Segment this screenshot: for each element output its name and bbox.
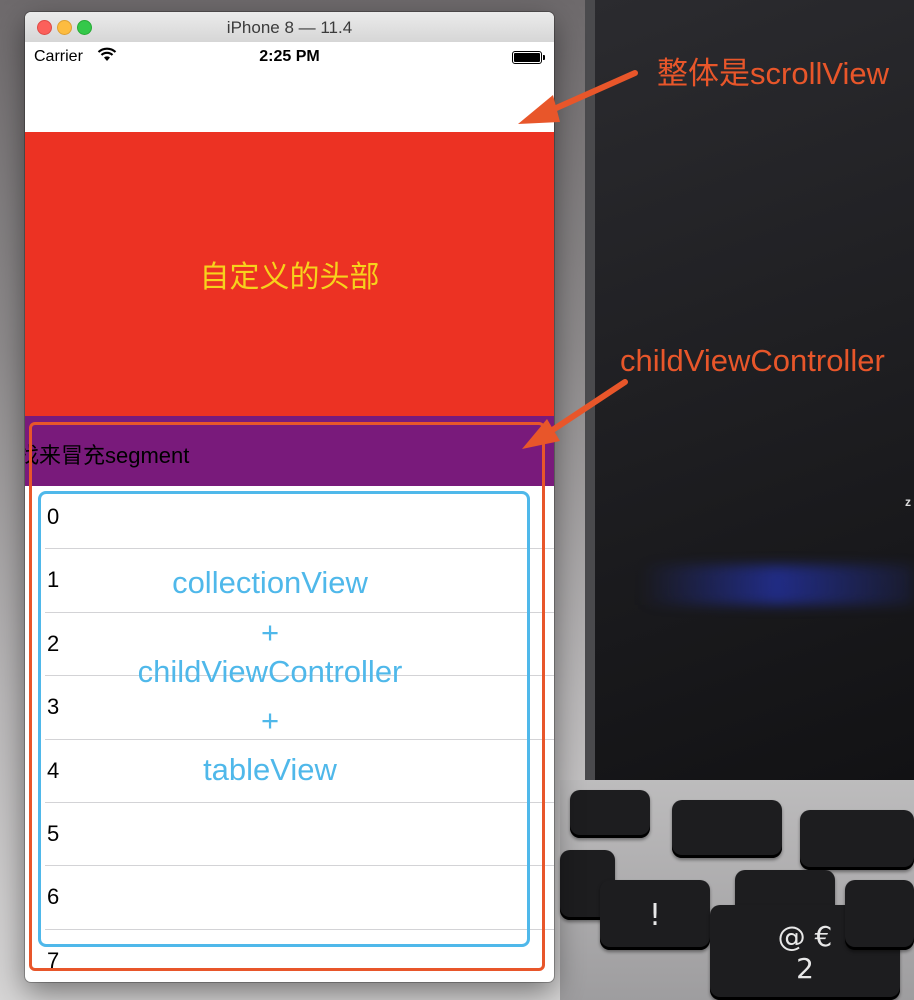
window-titlebar[interactable]: iPhone 8 — 11.4 <box>25 12 554 43</box>
annotation-child-view-controller: childViewController <box>620 343 885 378</box>
annotation-plus: + <box>260 703 280 738</box>
background-laptop-screen <box>585 0 914 820</box>
custom-header: 自定义的头部 <box>25 132 554 416</box>
background-key <box>672 800 782 858</box>
annotation-collection-view: collectionView <box>172 565 368 600</box>
background-key-exclamation: ! <box>600 880 710 950</box>
status-time: 2:25 PM <box>259 48 320 65</box>
background-key <box>845 880 914 950</box>
annotation-child-view-controller-inner: childViewController <box>137 654 403 689</box>
background-glyph: z <box>905 495 911 509</box>
annotation-scroll-view: 整体是scrollView <box>657 56 889 91</box>
background-screen-glow <box>640 565 914 605</box>
background-key <box>800 810 914 870</box>
annotation-table-view: tableView <box>203 752 337 787</box>
window-title: iPhone 8 — 11.4 <box>226 18 353 37</box>
header-title: 自定义的头部 <box>199 261 380 294</box>
status-bar: Carrier 2:25 PM <box>25 42 554 70</box>
background-key <box>570 790 650 838</box>
battery-icon <box>512 51 545 64</box>
annotation-plus: + <box>260 615 280 650</box>
